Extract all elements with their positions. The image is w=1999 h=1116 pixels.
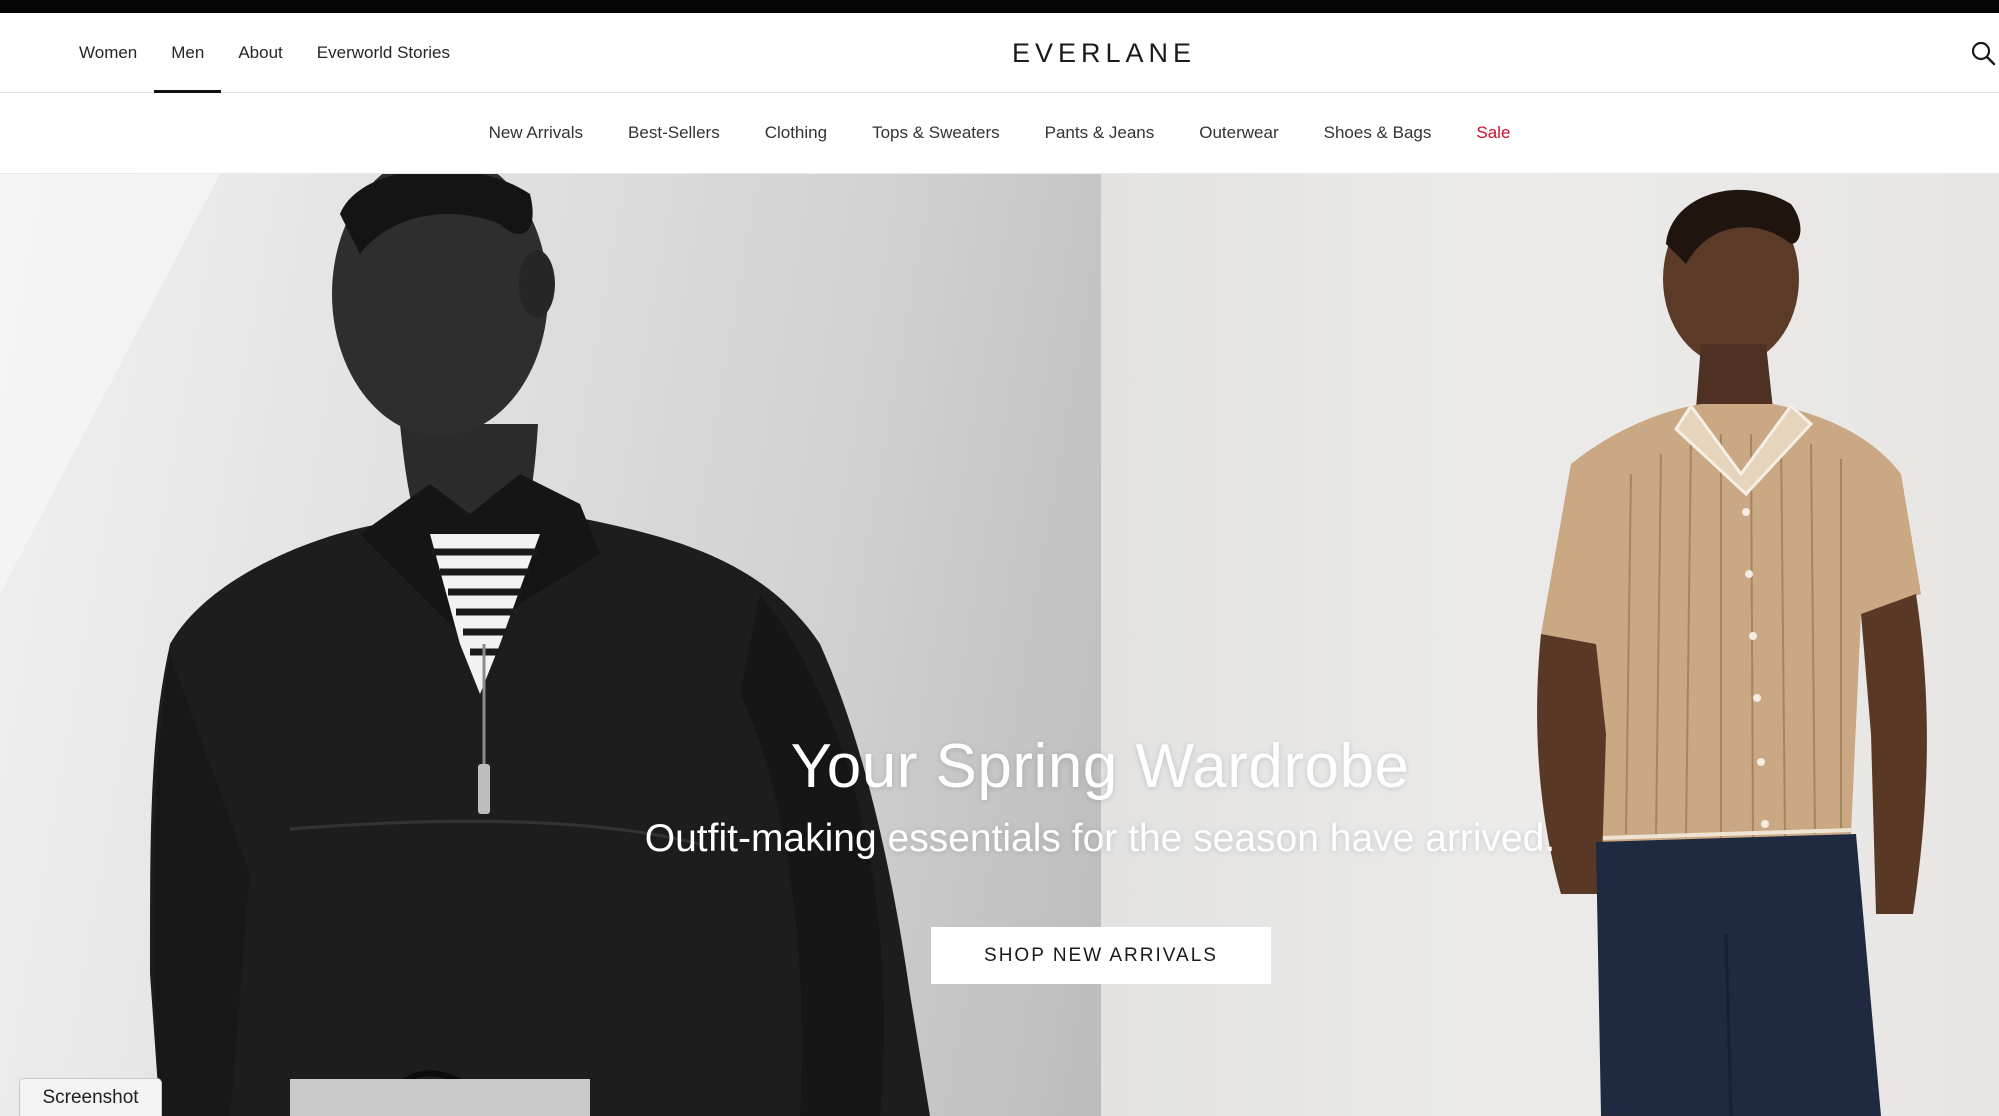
category-tops-sweaters[interactable]: Tops & Sweaters [850,123,1023,143]
nav-everworld-stories[interactable]: Everworld Stories [300,13,467,93]
hero-banner[interactable]: Your Spring Wardrobe Outfit-making essen… [0,174,1999,1116]
category-outerwear[interactable]: Outerwear [1177,123,1301,143]
hero-title: Your Spring Wardrobe [790,732,1410,801]
category-nav: New Arrivals Best-Sellers Clothing Tops … [0,93,1999,174]
brand-logo[interactable]: EVERLANE [1012,38,1196,69]
category-best-sellers[interactable]: Best-Sellers [606,123,743,143]
category-new-arrivals[interactable]: New Arrivals [466,123,605,143]
top-black-bar [0,0,1999,13]
category-clothing[interactable]: Clothing [742,123,849,143]
hero-copy: Your Spring Wardrobe Outfit-making essen… [0,729,1999,865]
site-header: Women Men About Everworld Stories EVERLA… [0,13,1999,93]
screenshot-label[interactable]: Screenshot [19,1078,162,1116]
category-pants-jeans[interactable]: Pants & Jeans [1022,123,1177,143]
hero-subtitle: Outfit-making essentials for the season … [644,817,1556,860]
category-shoes-bags[interactable]: Shoes & Bags [1301,123,1454,143]
search-icon[interactable] [1970,40,1996,66]
nav-women[interactable]: Women [62,13,154,93]
nav-about[interactable]: About [221,13,299,93]
category-sale[interactable]: Sale [1454,123,1533,143]
primary-nav: Women Men About Everworld Stories [62,13,467,93]
nav-men[interactable]: Men [154,13,222,93]
shop-new-arrivals-button[interactable]: SHOP NEW ARRIVALS [931,927,1271,984]
